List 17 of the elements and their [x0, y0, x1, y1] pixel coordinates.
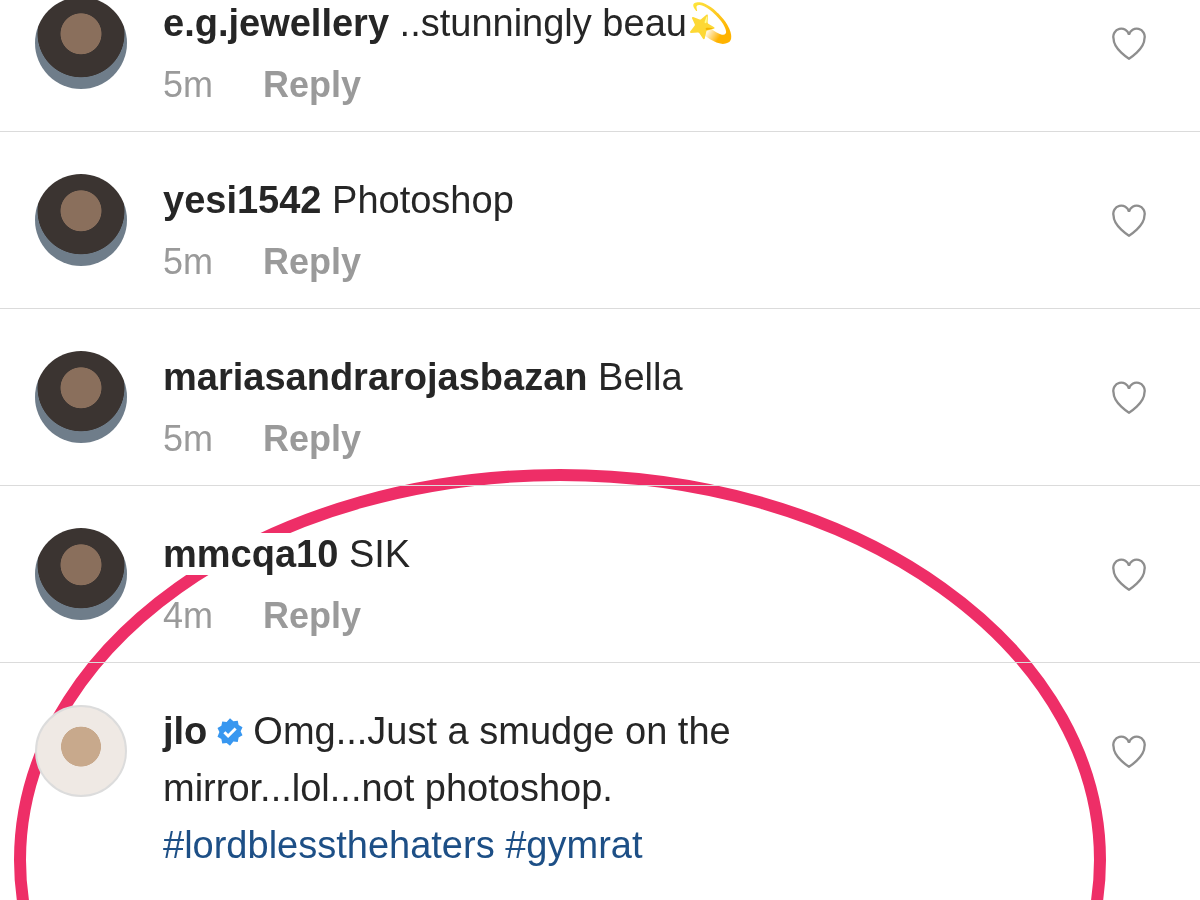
hashtag-link[interactable]: #lordblessthehaters — [163, 824, 495, 866]
comment-time: 4m — [163, 595, 213, 637]
comment-text: mmcqa10 SIK — [163, 532, 412, 577]
heart-icon[interactable] — [1110, 381, 1148, 415]
comment-time: 5m — [163, 418, 213, 460]
heart-icon[interactable] — [1110, 735, 1148, 769]
hashtag-link[interactable]: #gymrat — [505, 824, 643, 866]
comment-time: 5m — [163, 64, 213, 106]
heart-icon[interactable] — [1110, 27, 1148, 61]
comment-text: e.g.jewellery ..stunningly beau💫 — [163, 1, 735, 46]
heart-icon[interactable] — [1110, 204, 1148, 238]
comment-text: jlo Omg...Just a smudge on the mirror...lol...not photoshop. #lordblessthehaters #gymrat — [163, 709, 732, 868]
comment-text: mariasandrarojasbazan Bella — [163, 355, 684, 400]
username-link[interactable]: mmcqa10 — [163, 533, 339, 575]
comment-time: 5m — [163, 241, 213, 283]
comment-text: yesi1542 Photoshop — [163, 178, 515, 223]
heart-icon[interactable] — [1110, 558, 1148, 592]
